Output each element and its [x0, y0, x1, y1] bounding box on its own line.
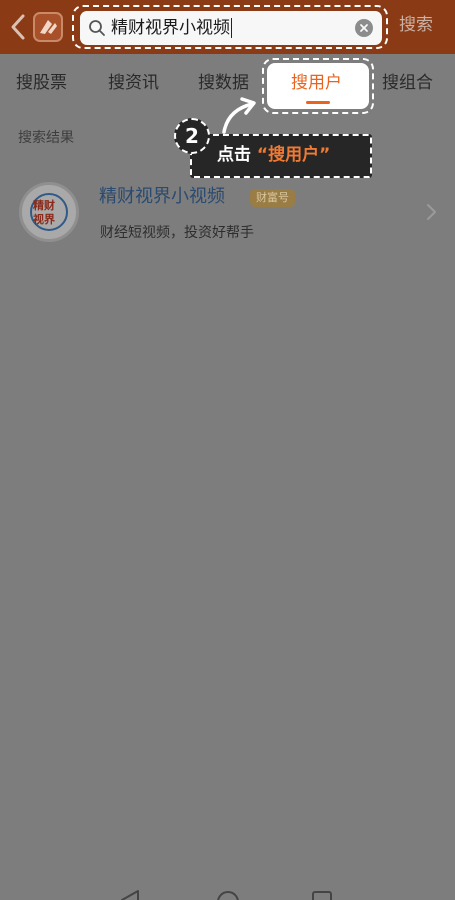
- nav-recent-icon[interactable]: [310, 888, 334, 900]
- nav-back-icon[interactable]: [118, 888, 142, 900]
- app-logo-icon: [33, 12, 63, 42]
- pointer-arrow-icon: [222, 97, 256, 134]
- active-tab-indicator: [306, 101, 330, 104]
- status-badge: 财富号: [250, 189, 295, 207]
- avatar: 精财 视界: [19, 182, 79, 242]
- tab-stocks[interactable]: 搜股票: [16, 72, 67, 94]
- step-number-badge: 2: [174, 118, 210, 154]
- avatar-text-bottom: 视界: [33, 213, 55, 226]
- chevron-right-icon: [427, 204, 436, 220]
- tooltip-highlight: “搜用户”: [256, 145, 331, 165]
- tab-portfolio[interactable]: 搜组合: [382, 72, 433, 94]
- top-bar: 精财视界小视频 搜索: [0, 0, 455, 54]
- tab-users-label[interactable]: 搜用户: [291, 72, 342, 94]
- tab-data[interactable]: 搜数据: [198, 72, 249, 94]
- back-arrow-icon[interactable]: [6, 12, 30, 42]
- user-description: 财经短视频，投资好帮手: [100, 225, 254, 241]
- search-highlight-frame: [72, 5, 388, 49]
- nav-home-icon[interactable]: [216, 888, 240, 900]
- tooltip-prefix: 点击: [217, 145, 251, 165]
- search-button[interactable]: 搜索: [399, 14, 433, 36]
- results-section-label: 搜索结果: [18, 130, 74, 146]
- tab-news[interactable]: 搜资讯: [108, 72, 159, 94]
- list-item[interactable]: 精财 视界 精财视界小视频 财富号 财经短视频，投资好帮手: [0, 176, 455, 252]
- tutorial-tooltip-text: 点击 “搜用户”: [217, 144, 330, 166]
- user-name[interactable]: 精财视界小视频: [99, 185, 225, 209]
- system-nav-bar: [0, 880, 455, 900]
